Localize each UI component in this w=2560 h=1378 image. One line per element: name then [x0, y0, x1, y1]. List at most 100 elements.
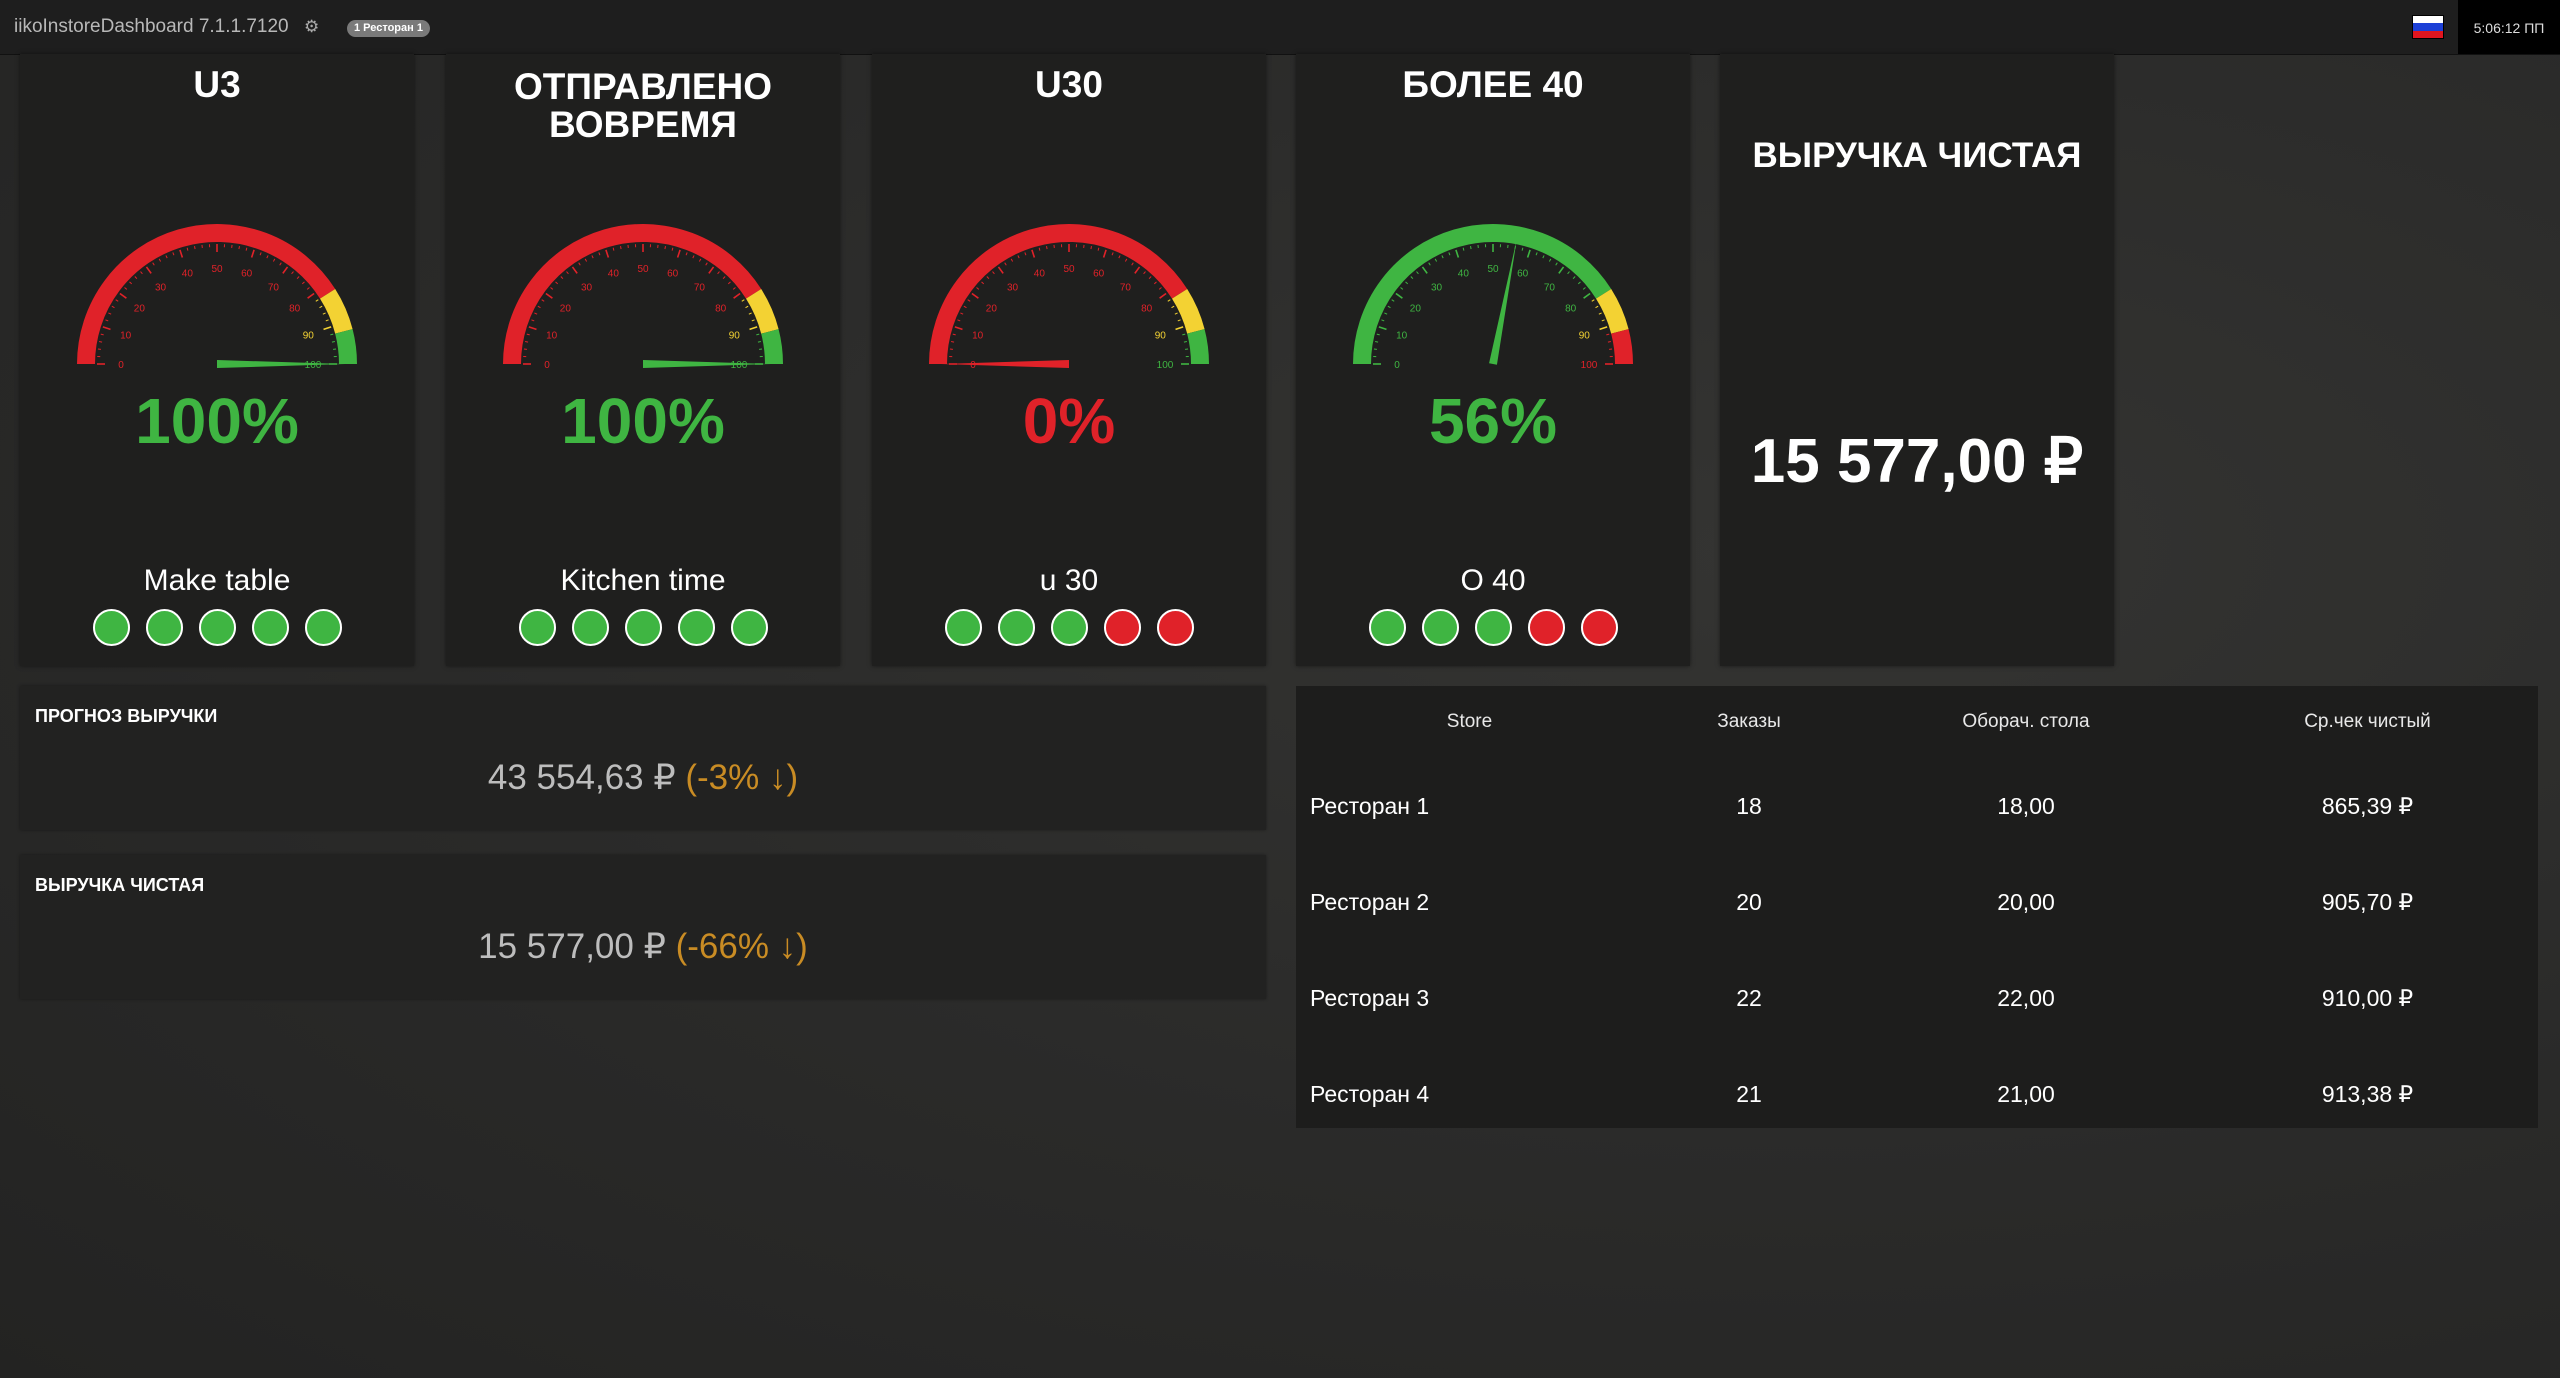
gauge-scale-label: 10 [1396, 330, 1408, 341]
gauge-percent: 100% [561, 385, 725, 457]
status-dot-red [1103, 609, 1141, 646]
gauge-tick [108, 312, 112, 315]
gauge-tick [1526, 249, 1531, 258]
column-header-store[interactable]: Store [1296, 686, 1643, 758]
app-title: iikoInstoreDashboard 7.1.1.7120 [14, 16, 289, 37]
gauge-tick [525, 341, 529, 343]
gauge-tick [1455, 249, 1460, 258]
gauge-tick [1031, 249, 1036, 258]
gauge-tick [526, 333, 530, 336]
gauge-tick [1118, 255, 1121, 259]
gauge-tick [279, 262, 282, 266]
gauge-tick [307, 292, 315, 299]
gauge-tick [250, 249, 255, 258]
status-dots [872, 609, 1266, 646]
kpi-value: 43 554,63 ₽ [487, 758, 676, 797]
gauge-scale-label: 100 [1581, 360, 1598, 371]
speedometer-gauge: 0 10 20 30 40 50 60 70 80 90 100 [77, 224, 357, 371]
gauge-tick [1175, 326, 1184, 331]
gauge-arc-segment [503, 224, 762, 365]
gauge-tick [1153, 281, 1157, 285]
gauge-tick [1024, 252, 1027, 256]
gauge-arc-segment [319, 288, 353, 334]
store-filter-badge[interactable]: 1 Ресторан 1 [347, 20, 430, 37]
gauge-percent: 0% [1022, 385, 1116, 457]
gauge-tick [291, 271, 294, 275]
gauge-tick [172, 252, 175, 256]
gauge-tick [757, 341, 761, 343]
gauge-tick [733, 292, 741, 299]
gauge-percent: 56% [1428, 385, 1558, 457]
gauge-tick [541, 299, 545, 302]
gauge-tick [1583, 292, 1591, 299]
gauge-tick [1448, 252, 1451, 256]
gauge-tick [1395, 292, 1403, 299]
cell-store: Ресторан 1 [1310, 792, 1430, 819]
gauge-tick [124, 287, 128, 290]
gauge-tick [129, 281, 133, 285]
gauge-arc-segment [761, 329, 783, 365]
gauge-tick [194, 246, 196, 250]
gauge-tick [331, 341, 335, 343]
gauge-tick [605, 249, 610, 258]
gauge-scale-label: 80 [1565, 304, 1577, 315]
gauge-tick [1391, 299, 1395, 302]
column-header-table-turnover[interactable]: Оборач. стола [1855, 686, 2197, 758]
column-header-avg-check[interactable]: Ср.чек чистый [2197, 686, 2538, 758]
gauge-tick [1572, 276, 1576, 280]
status-dot-green [1368, 609, 1406, 646]
status-dots [1296, 609, 1690, 646]
gauge-tick [102, 326, 111, 331]
gauge-tick [99, 341, 103, 343]
gauge-scale-label: 20 [134, 304, 146, 315]
gauge-tick [545, 292, 553, 299]
gauge-scale-label: 60 [241, 269, 253, 280]
gauge-scale-label: 90 [1155, 330, 1167, 341]
kpi-label: ПРОГНОЗ ВЫРУЧКИ [35, 706, 218, 726]
status-dot-green [304, 609, 342, 646]
cell-turnover: 18,00 [1997, 792, 2055, 819]
kpi-label: ВЫРУЧКА ЧИСТАЯ [35, 875, 205, 895]
gauge-scale-label: 0 [544, 360, 550, 371]
gear-icon[interactable]: ⚙ [304, 17, 319, 37]
gauge-arc-segment [1171, 288, 1205, 334]
kpi-change: (-66% ↓) [675, 927, 808, 966]
gauge-tick [566, 271, 569, 275]
gauge-tick [1183, 341, 1187, 343]
status-dot-red [1580, 609, 1618, 646]
gauge-scale-label: 40 [608, 269, 620, 280]
gauge-tick [620, 246, 622, 250]
gauge-scale-label: 0 [118, 360, 124, 371]
gauge-scale-label: 20 [1410, 304, 1422, 315]
gauge-card-on-time: ОТПРАВЛЕНО ВОВРЕМЯ 0 10 20 30 40 50 60 70 80 90 10… [446, 54, 840, 666]
gauge-subtitle: Kitchen time [560, 564, 726, 597]
status-dots [20, 609, 414, 646]
gauge-tick [971, 292, 979, 299]
gauge-tick [1434, 258, 1438, 262]
status-dots [446, 609, 840, 646]
cell-turnover: 22,00 [1997, 984, 2055, 1011]
gauge-tick [960, 312, 964, 315]
gauge-scale-label: 70 [268, 282, 280, 293]
gauge-scale-label: 40 [1034, 269, 1046, 280]
gauge-tick [1548, 258, 1552, 262]
gauge-tick [1148, 276, 1152, 280]
status-dot-green [730, 609, 768, 646]
gauge-tick [238, 246, 240, 250]
gauge-tick [1599, 326, 1608, 331]
gauge-tick [115, 299, 119, 302]
column-header-orders[interactable]: Заказы [1643, 686, 1855, 758]
gauge-tick [105, 319, 109, 322]
cell-avg-check: 910,00 ₽ [2321, 984, 2414, 1011]
gauge-tick [1387, 305, 1391, 309]
net-revenue-card: ВЫРУЧКА ЧИСТАЯ 15 577,00 ₽ [1720, 54, 2114, 666]
gauge-tick [534, 312, 538, 315]
gauge-tick [323, 326, 332, 331]
cell-orders: 21 [1736, 1080, 1762, 1107]
clock: 5:06:12 ПП [2458, 0, 2560, 54]
gauge-scale-label: 50 [211, 264, 223, 275]
gauge-arc-segment [929, 224, 1188, 365]
russia-flag-icon[interactable] [2412, 15, 2444, 39]
kpi-value-line: 43 554,63 ₽ (-3% ↓) [20, 758, 1266, 798]
status-dot-green [198, 609, 236, 646]
